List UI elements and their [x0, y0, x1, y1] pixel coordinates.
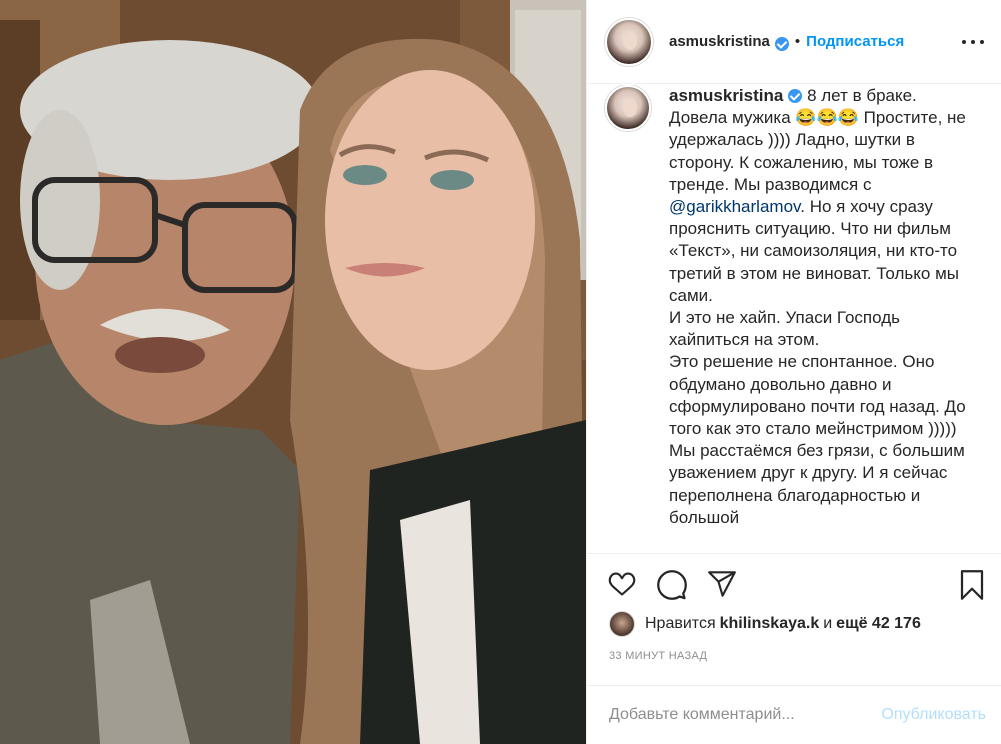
follow-button[interactable]: Подписаться [806, 33, 904, 50]
verified-badge-icon [774, 36, 789, 51]
likes-summary: Нравится khilinskaya.k и ещё 42 176 [609, 611, 925, 637]
caption-username[interactable]: asmuskristina [669, 86, 783, 105]
mention-link[interactable]: @garikkharlamov [669, 197, 800, 216]
likes-conjunction: и [823, 615, 833, 632]
publish-button[interactable]: Опубликовать [881, 706, 986, 724]
dot [980, 40, 984, 44]
likes-count[interactable]: ещё 42 176 [836, 615, 921, 633]
more-dots-icon[interactable] [962, 31, 984, 53]
author-username[interactable]: asmuskristina [669, 33, 770, 50]
bookmark-icon[interactable] [958, 570, 986, 600]
comment-form: Опубликовать [587, 685, 1001, 744]
post-side-panel: asmuskristina • Подписаться asmuskristin… [586, 0, 1001, 744]
post-header: asmuskristina • Подписаться [587, 0, 1001, 84]
dot [962, 40, 966, 44]
post-timestamp[interactable]: 33 минут назад [609, 650, 707, 662]
heart-icon[interactable] [607, 570, 637, 598]
verified-badge-icon [788, 89, 803, 103]
separator-dot: • [794, 33, 801, 50]
caption-body-end: . Но я хочу сразу прояснить ситуацию. Чт… [669, 197, 966, 527]
post-photo[interactable] [0, 0, 586, 744]
liker-avatar[interactable] [609, 611, 635, 637]
actions-bar [587, 553, 1001, 611]
liker-username[interactable]: khilinskaya.k [720, 615, 820, 633]
selfie-photo-illustration [0, 0, 586, 744]
caption-text: asmuskristina 8 лет в браке. Довела мужи… [669, 85, 969, 553]
share-icon[interactable] [707, 570, 737, 598]
dot [971, 40, 975, 44]
author-avatar[interactable] [605, 17, 653, 66]
caption-section: asmuskristina 8 лет в браке. Довела мужи… [587, 85, 1001, 553]
likes-prefix: Нравится [645, 615, 716, 632]
comment-icon[interactable] [657, 570, 687, 600]
caption-author-avatar[interactable] [605, 85, 651, 131]
comment-input[interactable] [609, 706, 882, 724]
